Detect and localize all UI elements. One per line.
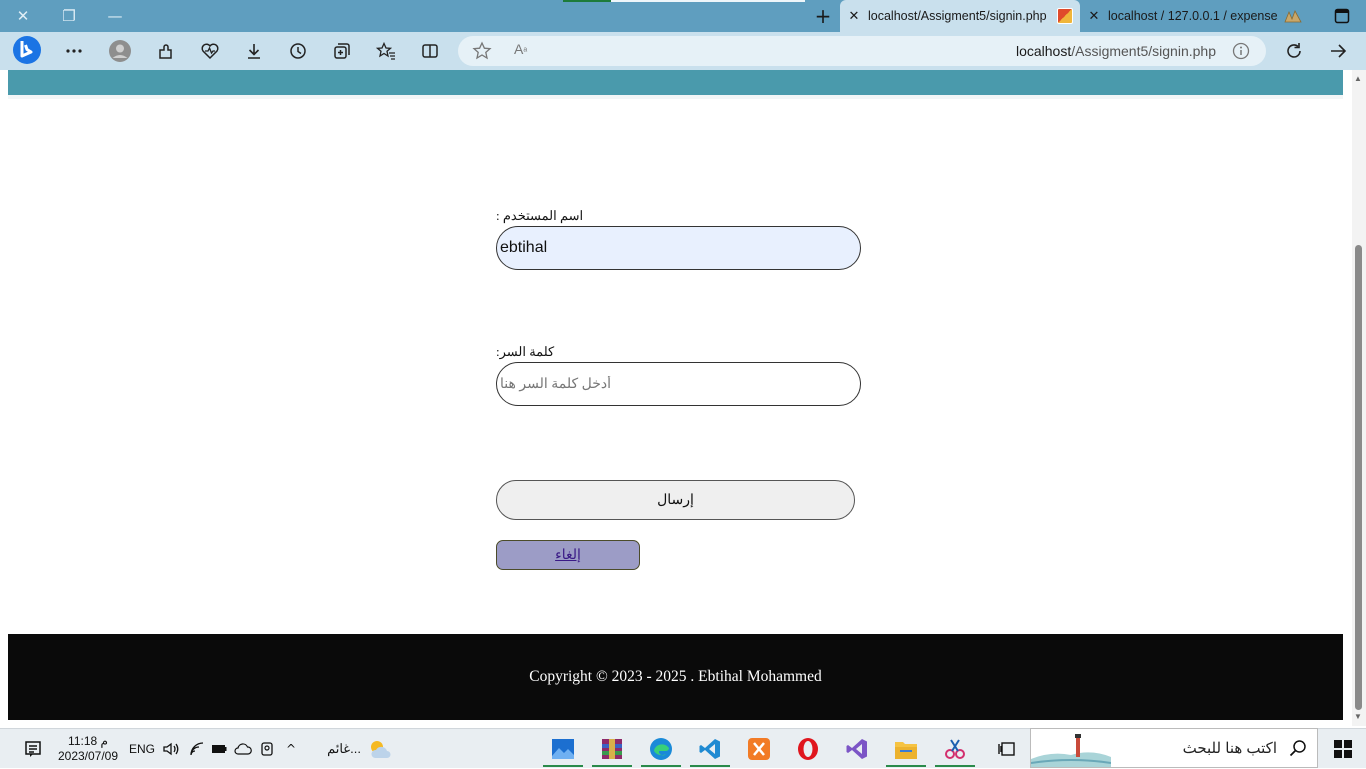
cancel-button[interactable]: إلغاء xyxy=(496,540,640,570)
close-window-icon[interactable]: ✕ xyxy=(0,0,46,32)
page-footer: Copyright © 2023 - 2025 . Ebtihal Mohamm… xyxy=(8,634,1343,720)
language-indicator[interactable]: ENG xyxy=(128,729,156,769)
weather-cloud-sun-icon xyxy=(370,741,391,758)
password-input[interactable] xyxy=(496,362,861,406)
clock-time: 11:18 م xyxy=(68,734,108,748)
username-label: اسم المستخدم : xyxy=(496,208,584,223)
taskbar-search-input[interactable]: اكتب هنا للبحث xyxy=(1030,728,1318,768)
profile-avatar-icon[interactable] xyxy=(108,39,132,63)
network-icon[interactable] xyxy=(186,729,208,769)
clock[interactable]: 11:18 م 2023/07/09 xyxy=(56,729,120,769)
photos-app-icon[interactable] xyxy=(543,735,583,767)
add-favorite-star-icon[interactable] xyxy=(472,41,492,66)
tab-title: localhost / 127.0.0.1 / expenses t xyxy=(1108,9,1278,23)
address-bar[interactable]: Aᵃ localhost/Assigment5/signin.php xyxy=(458,36,1266,66)
phpmyadmin-favicon-icon xyxy=(1284,10,1302,23)
start-windows-icon[interactable] xyxy=(1328,729,1358,769)
file-explorer-app-icon[interactable] xyxy=(886,735,926,767)
snipping-tool-app-icon[interactable] xyxy=(935,735,975,767)
task-view-icon[interactable] xyxy=(992,735,1022,763)
username-input[interactable] xyxy=(496,226,861,270)
search-placeholder-text: اكتب هنا للبحث xyxy=(1182,740,1277,757)
forward-icon[interactable] xyxy=(1326,39,1350,63)
vscode-app-icon[interactable] xyxy=(690,735,730,767)
tab-strip: ✕ ❐ — + ✕ localhost/Assigment5/signin.ph… xyxy=(0,0,1366,32)
close-tab-icon[interactable]: ✕ xyxy=(840,9,868,24)
page-header-bar xyxy=(8,70,1343,95)
bing-copilot-icon[interactable] xyxy=(12,34,42,66)
tab-actions-icon[interactable] xyxy=(1326,0,1358,32)
weather-text: غائم... xyxy=(327,741,361,756)
page-header-shadow xyxy=(8,95,1343,99)
more-icon[interactable] xyxy=(62,39,86,63)
favorites-icon[interactable] xyxy=(374,39,398,63)
meet-now-icon[interactable] xyxy=(256,729,278,769)
winrar-app-icon[interactable] xyxy=(592,735,632,767)
xampp-app-icon[interactable] xyxy=(744,735,774,763)
read-aloud-icon[interactable]: Aᵃ xyxy=(514,41,527,57)
edge-app-icon[interactable] xyxy=(641,735,681,767)
extensions-icon[interactable] xyxy=(154,39,178,63)
search-magnifier-icon xyxy=(1289,739,1307,762)
refresh-icon[interactable] xyxy=(1282,39,1306,63)
scroll-down-arrow-icon[interactable]: ▼ xyxy=(1354,712,1362,721)
password-label: كلمة السر: xyxy=(496,344,555,359)
close-tab-icon[interactable]: ✕ xyxy=(1080,9,1108,24)
onedrive-cloud-icon[interactable] xyxy=(232,729,254,769)
page-load-indicator-track xyxy=(611,0,805,2)
restore-window-icon[interactable]: ❐ xyxy=(46,0,92,32)
page-load-indicator xyxy=(563,0,611,2)
site-info-icon[interactable] xyxy=(1232,42,1250,65)
tab-title: localhost/Assigment5/signin.php xyxy=(868,9,1047,23)
split-screen-icon[interactable] xyxy=(418,39,442,63)
minimize-window-icon[interactable]: — xyxy=(92,0,138,32)
battery-icon[interactable] xyxy=(208,729,230,769)
clock-date: 2023/07/09 xyxy=(57,749,119,763)
opera-app-icon[interactable] xyxy=(793,735,823,763)
tab-phpmyadmin[interactable]: ✕ localhost / 127.0.0.1 / expenses t xyxy=(1080,0,1320,32)
tab-favicon-icon xyxy=(1056,8,1073,24)
show-hidden-icons-chevron-icon[interactable]: ^ xyxy=(280,729,302,769)
scrollbar-thumb[interactable] xyxy=(1355,245,1362,710)
scroll-up-arrow-icon[interactable]: ▲ xyxy=(1354,74,1362,83)
history-icon[interactable] xyxy=(286,39,310,63)
collections-icon[interactable] xyxy=(330,39,354,63)
cancel-link[interactable]: إلغاء xyxy=(555,547,581,564)
copyright-text: Copyright © 2023 - 2025 . Ebtihal Mohamm… xyxy=(529,668,822,685)
url-text[interactable]: localhost/Assigment5/signin.php xyxy=(1016,43,1216,59)
tab-signin[interactable]: ✕ localhost/Assigment5/signin.php xyxy=(840,0,1080,32)
performance-heart-icon[interactable] xyxy=(198,39,222,63)
new-tab-icon[interactable]: + xyxy=(808,0,838,32)
volume-icon[interactable] xyxy=(160,729,182,769)
visual-studio-app-icon[interactable] xyxy=(842,735,872,763)
submit-button[interactable]: إرسال xyxy=(496,480,855,520)
weather-widget[interactable]: غائم... xyxy=(320,729,400,769)
notifications-icon[interactable] xyxy=(20,729,46,769)
downloads-icon[interactable] xyxy=(242,39,266,63)
search-highlight-image xyxy=(1031,729,1111,767)
